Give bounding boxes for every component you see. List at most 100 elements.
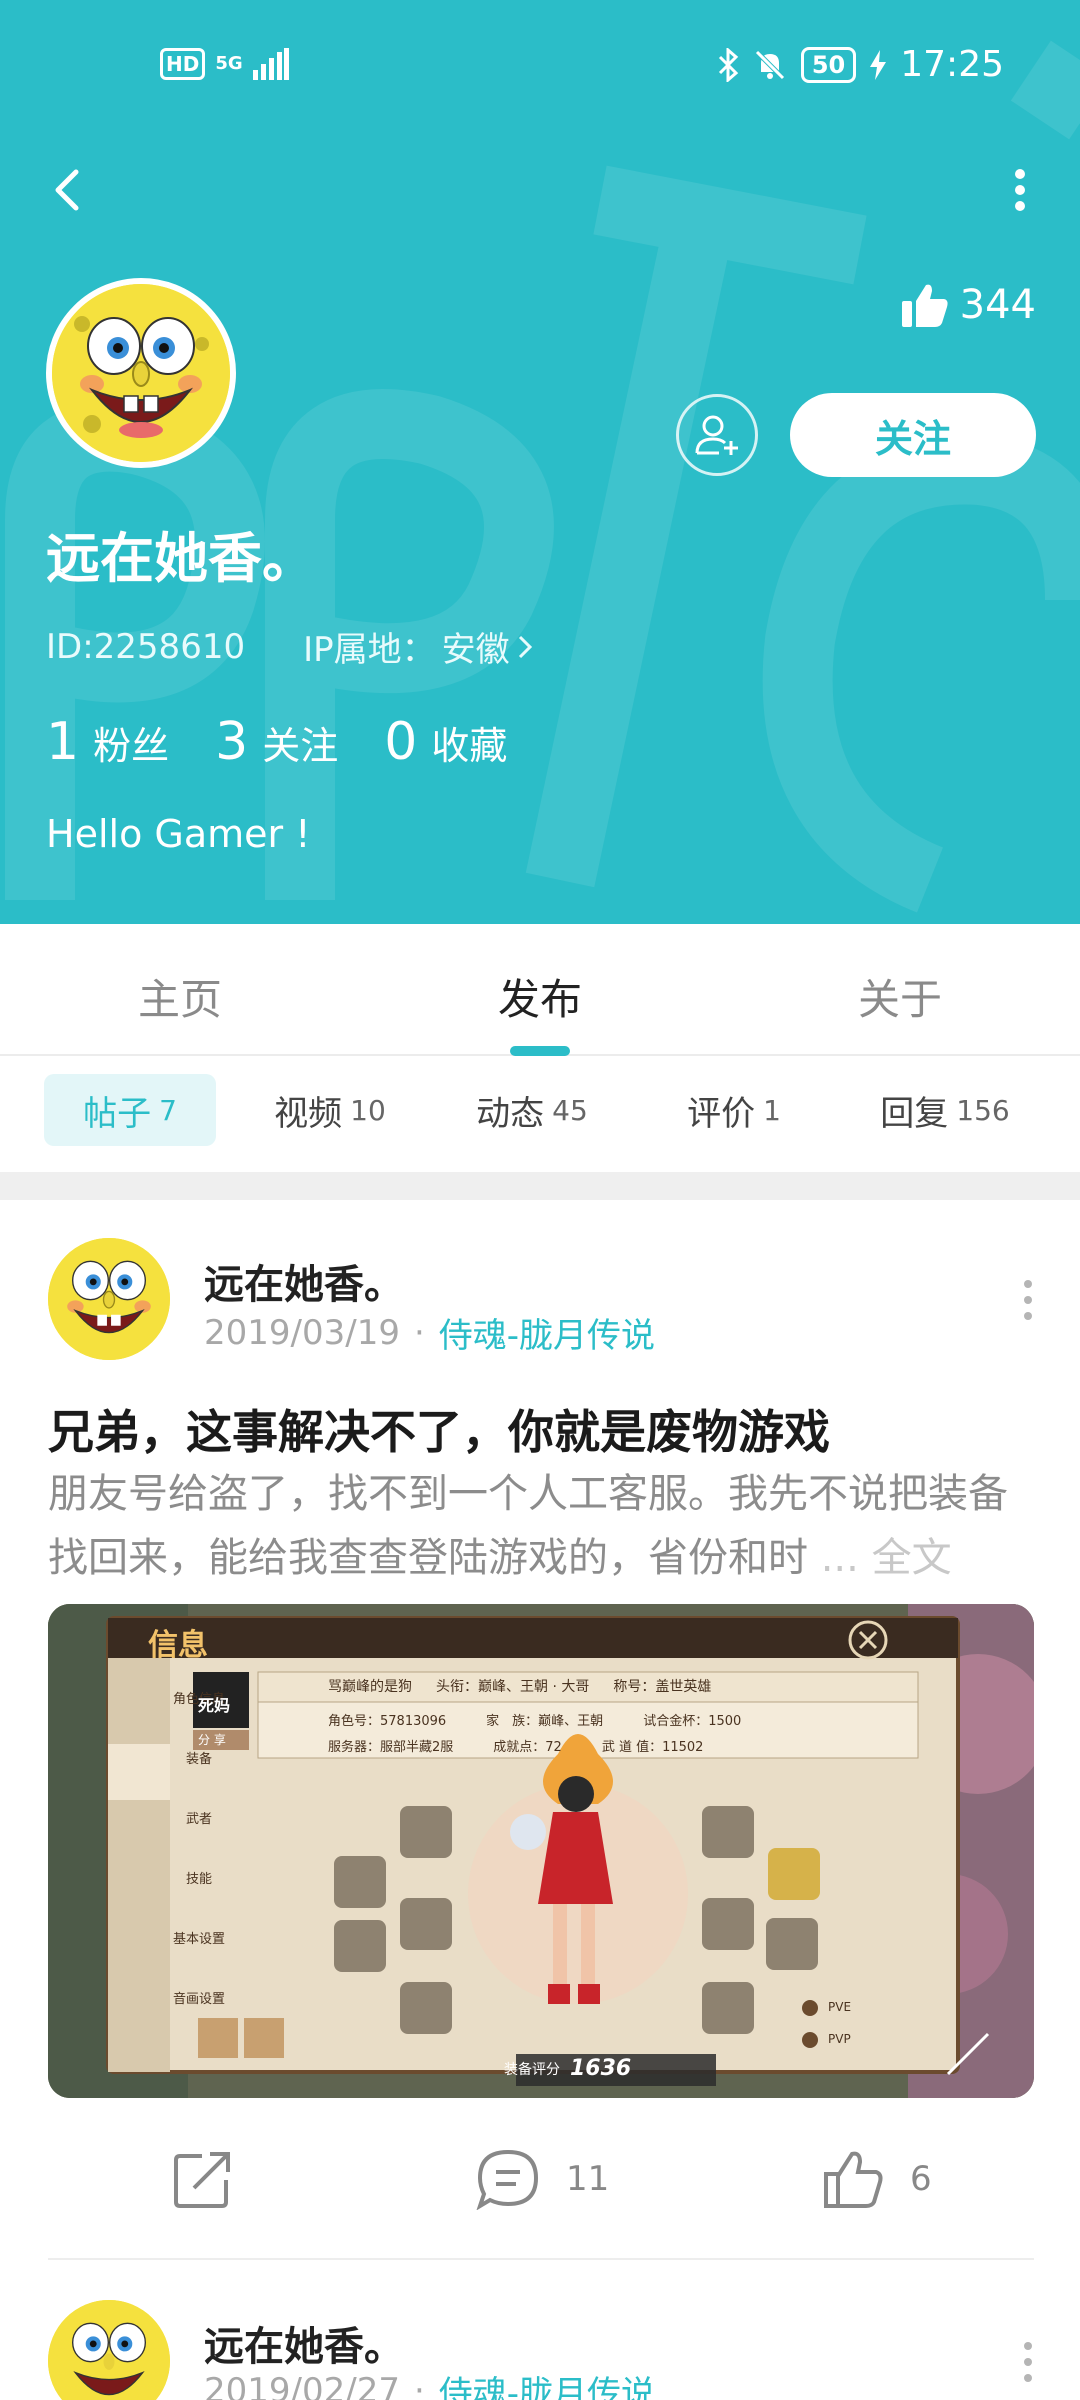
mute-bell-icon	[755, 49, 785, 80]
subtab-reviews[interactable]: 评价 1	[648, 1074, 820, 1146]
meta-separator: ·	[413, 1312, 425, 1353]
read-full-link[interactable]: 全文	[872, 1535, 952, 1581]
post-more-icon[interactable]	[1018, 1278, 1038, 1322]
like-button[interactable]: 6	[822, 2148, 932, 2210]
stat-fans[interactable]: 1 粉丝	[46, 712, 169, 772]
subtab-count: 45	[552, 1093, 588, 1127]
subtab-count: 10	[350, 1093, 386, 1127]
game-pve: PVE	[828, 2000, 852, 2014]
comment-count: 11	[566, 2159, 610, 2199]
game-share: 分 享	[198, 1733, 226, 1747]
section-divider	[0, 1172, 1080, 1200]
tab-home[interactable]: 主页	[138, 966, 222, 1027]
game-family: 家 族：巅峰、王朝	[486, 1714, 604, 1729]
bluetooth-icon	[718, 47, 739, 82]
game-tab: 武者	[185, 1812, 212, 1827]
subtab-label: 动态	[476, 1093, 545, 1134]
post-meta: 2019/03/19 · 侍魂-胧月传说	[204, 1308, 655, 1357]
subtab-label: 回复	[880, 1093, 949, 1134]
post-author-avatar[interactable]	[48, 1238, 170, 1360]
game-info-row2: 角色号：57813096 家 族：巅峰、王朝 试合金杯：1500	[328, 1710, 741, 1729]
game-nickname: 骂巅峰的是狗	[328, 1679, 412, 1695]
subtab-label: 视频	[274, 1093, 343, 1134]
subtab-count: 1	[763, 1093, 781, 1127]
active-tab-indicator	[510, 1046, 570, 1056]
signal-icon	[252, 48, 289, 80]
subtab-label: 帖子	[83, 1093, 152, 1134]
game-server: 服务器：服部半藏2服	[328, 1740, 454, 1755]
stat-label: 粉丝	[93, 724, 170, 768]
stat-number: 3	[215, 712, 249, 772]
hd-badge: HD	[160, 48, 206, 80]
game-info-row1: 骂巅峰的是狗 头衔：巅峰、王朝 · 大哥 称号：盖世英雄	[328, 1676, 711, 1696]
subtab-videos[interactable]: 视频 10	[244, 1074, 416, 1146]
game-window-title: 信息	[148, 1628, 208, 1663]
game-role-id: 角色号：57813096	[328, 1714, 447, 1729]
post-game-link[interactable]: 侍魂-胧月传说	[439, 2366, 655, 2400]
subtab-moments[interactable]: 动态 45	[446, 1074, 618, 1146]
follow-button[interactable]: 关注	[790, 393, 1036, 477]
meta-separator: ·	[413, 2370, 425, 2400]
ip-label: IP属地：	[303, 630, 436, 670]
game-title-value: 巅峰、王朝 · 大哥	[478, 1679, 590, 1695]
chevron-right-icon	[518, 635, 532, 658]
profile-username: 远在她香。	[46, 527, 316, 590]
subtab-count: 7	[159, 1093, 177, 1127]
profile-id-line: ID:2258610 IP属地： 安徽	[46, 622, 534, 671]
gear-score-value: 1636	[570, 2056, 632, 2081]
game-name-label: 称号：	[613, 1679, 656, 1695]
game-name-value: 盖世英雄	[655, 1679, 712, 1695]
post-author-name[interactable]: 远在她香。	[204, 2314, 404, 2372]
post-divider	[48, 2258, 1034, 2260]
game-tab: 基本设置	[172, 1932, 225, 1947]
ip-location-link[interactable]: IP属地： 安徽	[303, 622, 534, 671]
user-id: ID:2258610	[46, 626, 246, 667]
post-excerpt[interactable]: 朋友号给盗了，找不到一个人工客服。我先不说把装备找回来，能给我查查登陆游戏的，省…	[48, 1462, 1034, 1590]
likes-count: 344	[959, 282, 1036, 328]
post-author-avatar[interactable]	[48, 2300, 170, 2400]
avatar-image	[48, 2300, 170, 2400]
stat-favorites[interactable]: 0 收藏	[384, 712, 507, 772]
post-date: 2019/02/27	[204, 2370, 400, 2400]
like-count: 6	[910, 2159, 932, 2199]
back-icon[interactable]	[40, 160, 100, 220]
main-tabs: 主页 发布 关于	[0, 924, 1080, 1056]
subtab-threads[interactable]: 帖子 7	[44, 1074, 216, 1146]
post-actions: 11 6	[0, 2130, 1080, 2230]
subtab-count: 156	[956, 1093, 1010, 1127]
post-image[interactable]: 信息 角色信息 装备 武者 技能 基本设置 音画设置 骂巅峰的是狗 头衔：巅峰、…	[48, 1604, 1034, 2098]
comment-button[interactable]: 11	[476, 2148, 609, 2210]
post-more-icon[interactable]	[1018, 2340, 1038, 2384]
battery-indicator: 50	[800, 46, 857, 83]
game-title-label: 头衔：	[436, 1679, 478, 1695]
post-author-name[interactable]: 远在她香。	[204, 1252, 404, 1310]
game-info-row3: 服务器：服部半藏2服 成就点：72 武 道 值：11502	[328, 1736, 703, 1755]
post-title[interactable]: 兄弟，这事解决不了，你就是废物游戏	[48, 1396, 830, 1462]
post-game-link[interactable]: 侍魂-胧月传说	[439, 1308, 655, 1357]
game-achievement: 成就点：72	[493, 1740, 562, 1755]
tab-about[interactable]: 关于	[858, 966, 942, 1027]
subtab-replies[interactable]: 回复 156	[852, 1074, 1038, 1146]
avatar-image	[48, 1238, 170, 1360]
subtab-label: 评价	[687, 1093, 756, 1134]
game-tab: 音画设置	[172, 1992, 225, 2007]
content-filter-tabs: 帖子 7 视频 10 动态 45 评价 1 回复 156	[0, 1056, 1080, 1172]
gear-score-label: 装备评分	[504, 2061, 560, 2078]
add-friend-button[interactable]	[676, 394, 758, 476]
game-tab: 技能	[185, 1872, 212, 1887]
ip-value: 安徽	[441, 630, 510, 670]
thumbs-up-icon	[901, 284, 948, 327]
stat-number: 0	[384, 712, 418, 772]
stat-following[interactable]: 3 关注	[215, 712, 338, 772]
profile-bio: Hello Gamer !	[46, 812, 311, 856]
stat-label: 收藏	[431, 724, 508, 768]
clock: 17:25	[900, 44, 1004, 85]
more-options-icon[interactable]	[1000, 160, 1040, 220]
profile-stats: 1 粉丝 3 关注 0 收藏	[46, 712, 507, 772]
post-body-text: 朋友号给盗了，找不到一个人工客服。我先不说把装备找回来，能给我查查登陆游戏的，省…	[48, 1471, 1008, 1581]
tab-posts[interactable]: 发布	[498, 966, 582, 1027]
profile-avatar[interactable]	[46, 278, 236, 468]
share-button[interactable]	[172, 2148, 234, 2210]
stat-number: 1	[46, 712, 80, 772]
post-date: 2019/03/19	[204, 1312, 400, 1353]
